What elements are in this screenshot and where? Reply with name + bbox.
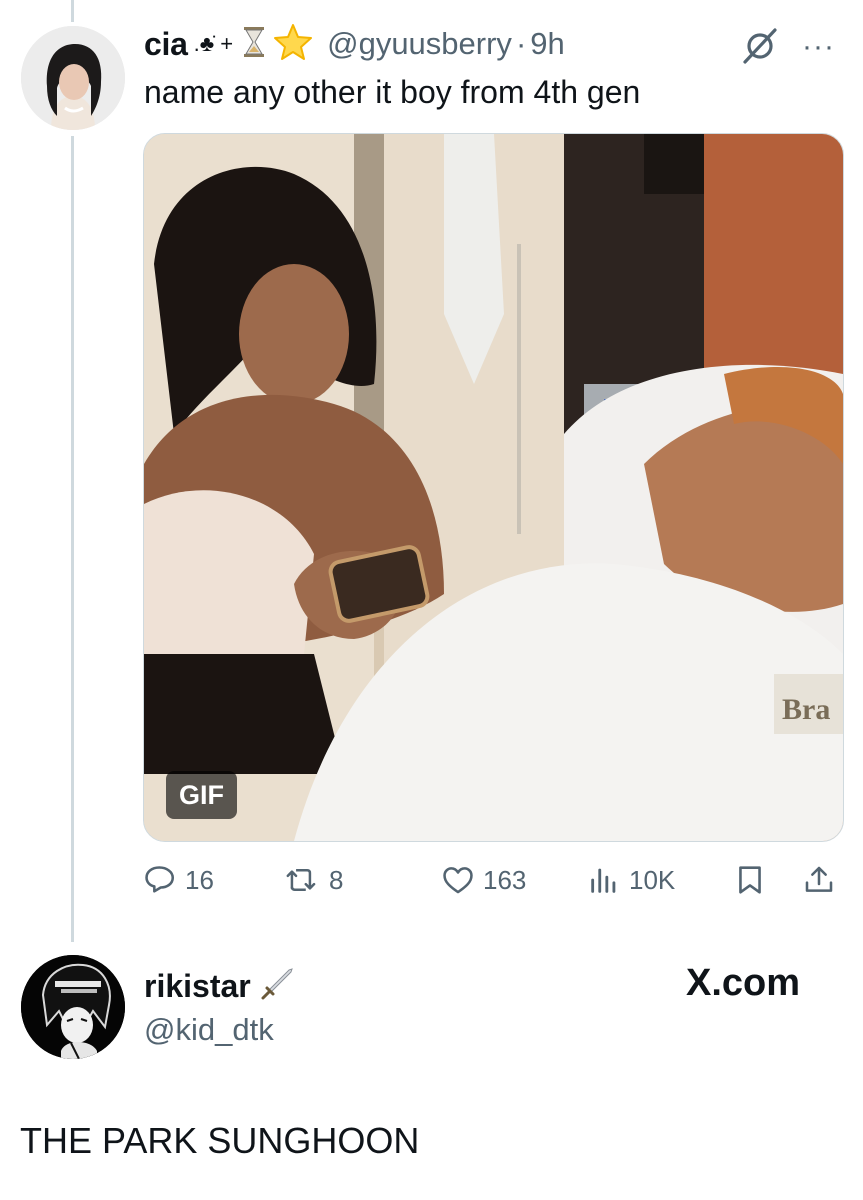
gif-badge: GIF — [166, 771, 237, 819]
repost-count: 8 — [329, 864, 344, 895]
reply-author-handle[interactable]: @kid_dtk — [144, 1012, 274, 1048]
share-button[interactable] — [803, 860, 843, 900]
author-handle[interactable]: @gyuusberry — [327, 26, 512, 62]
tweet-timestamp[interactable]: 9h — [530, 26, 564, 62]
author-avatar-image — [21, 26, 125, 130]
grok-icon[interactable] — [740, 26, 780, 66]
tweet-text: name any other it boy from 4th gen — [144, 74, 641, 110]
thread-line-top — [71, 0, 74, 22]
brand-watermark: X.com — [686, 962, 801, 1004]
thread-line — [71, 136, 74, 942]
tweet-header: cia .♣̇ + @gyuusberry · 9h — [144, 22, 565, 66]
separator-dot: · — [515, 26, 527, 61]
reply-text: THE PARK SUNGHOON — [20, 1120, 420, 1161]
like-icon — [443, 867, 473, 894]
repost-button[interactable]: 8 — [285, 860, 343, 900]
retweet-icon — [286, 869, 316, 891]
reply-header: rikistar — [144, 966, 295, 1007]
reply-author-display-name[interactable]: rikistar — [144, 968, 251, 1005]
views-count: 10K — [629, 864, 676, 895]
reply-author-avatar[interactable] — [21, 955, 125, 1059]
sword-icon — [259, 966, 295, 1007]
hourglass-icon — [243, 26, 265, 63]
reply-icon — [145, 866, 175, 893]
more-icon[interactable]: ··· — [802, 30, 835, 64]
bookmark-button[interactable] — [735, 860, 773, 900]
like-count: 163 — [483, 864, 527, 895]
views-button[interactable]: 10K — [587, 860, 675, 900]
reply-count: 16 — [185, 864, 214, 895]
reply-author-avatar-image — [21, 955, 125, 1059]
like-button[interactable]: 163 — [441, 860, 526, 900]
bookmark-icon — [739, 866, 761, 894]
tweet-action-bar: 16 8 163 10K — [143, 860, 843, 900]
share-icon — [805, 866, 833, 892]
media-overlay-text: Bra — [782, 693, 830, 726]
star-icon — [273, 23, 313, 66]
author-display-name[interactable]: cia — [144, 26, 188, 63]
gif-image: Bra — [144, 134, 843, 841]
tweet-media-gif[interactable]: Bra GIF — [143, 133, 844, 842]
views-icon — [591, 868, 616, 893]
author-avatar[interactable] — [21, 26, 125, 130]
name-decoration: .♣̇ + — [193, 31, 234, 56]
reply-button[interactable]: 16 — [143, 860, 214, 900]
